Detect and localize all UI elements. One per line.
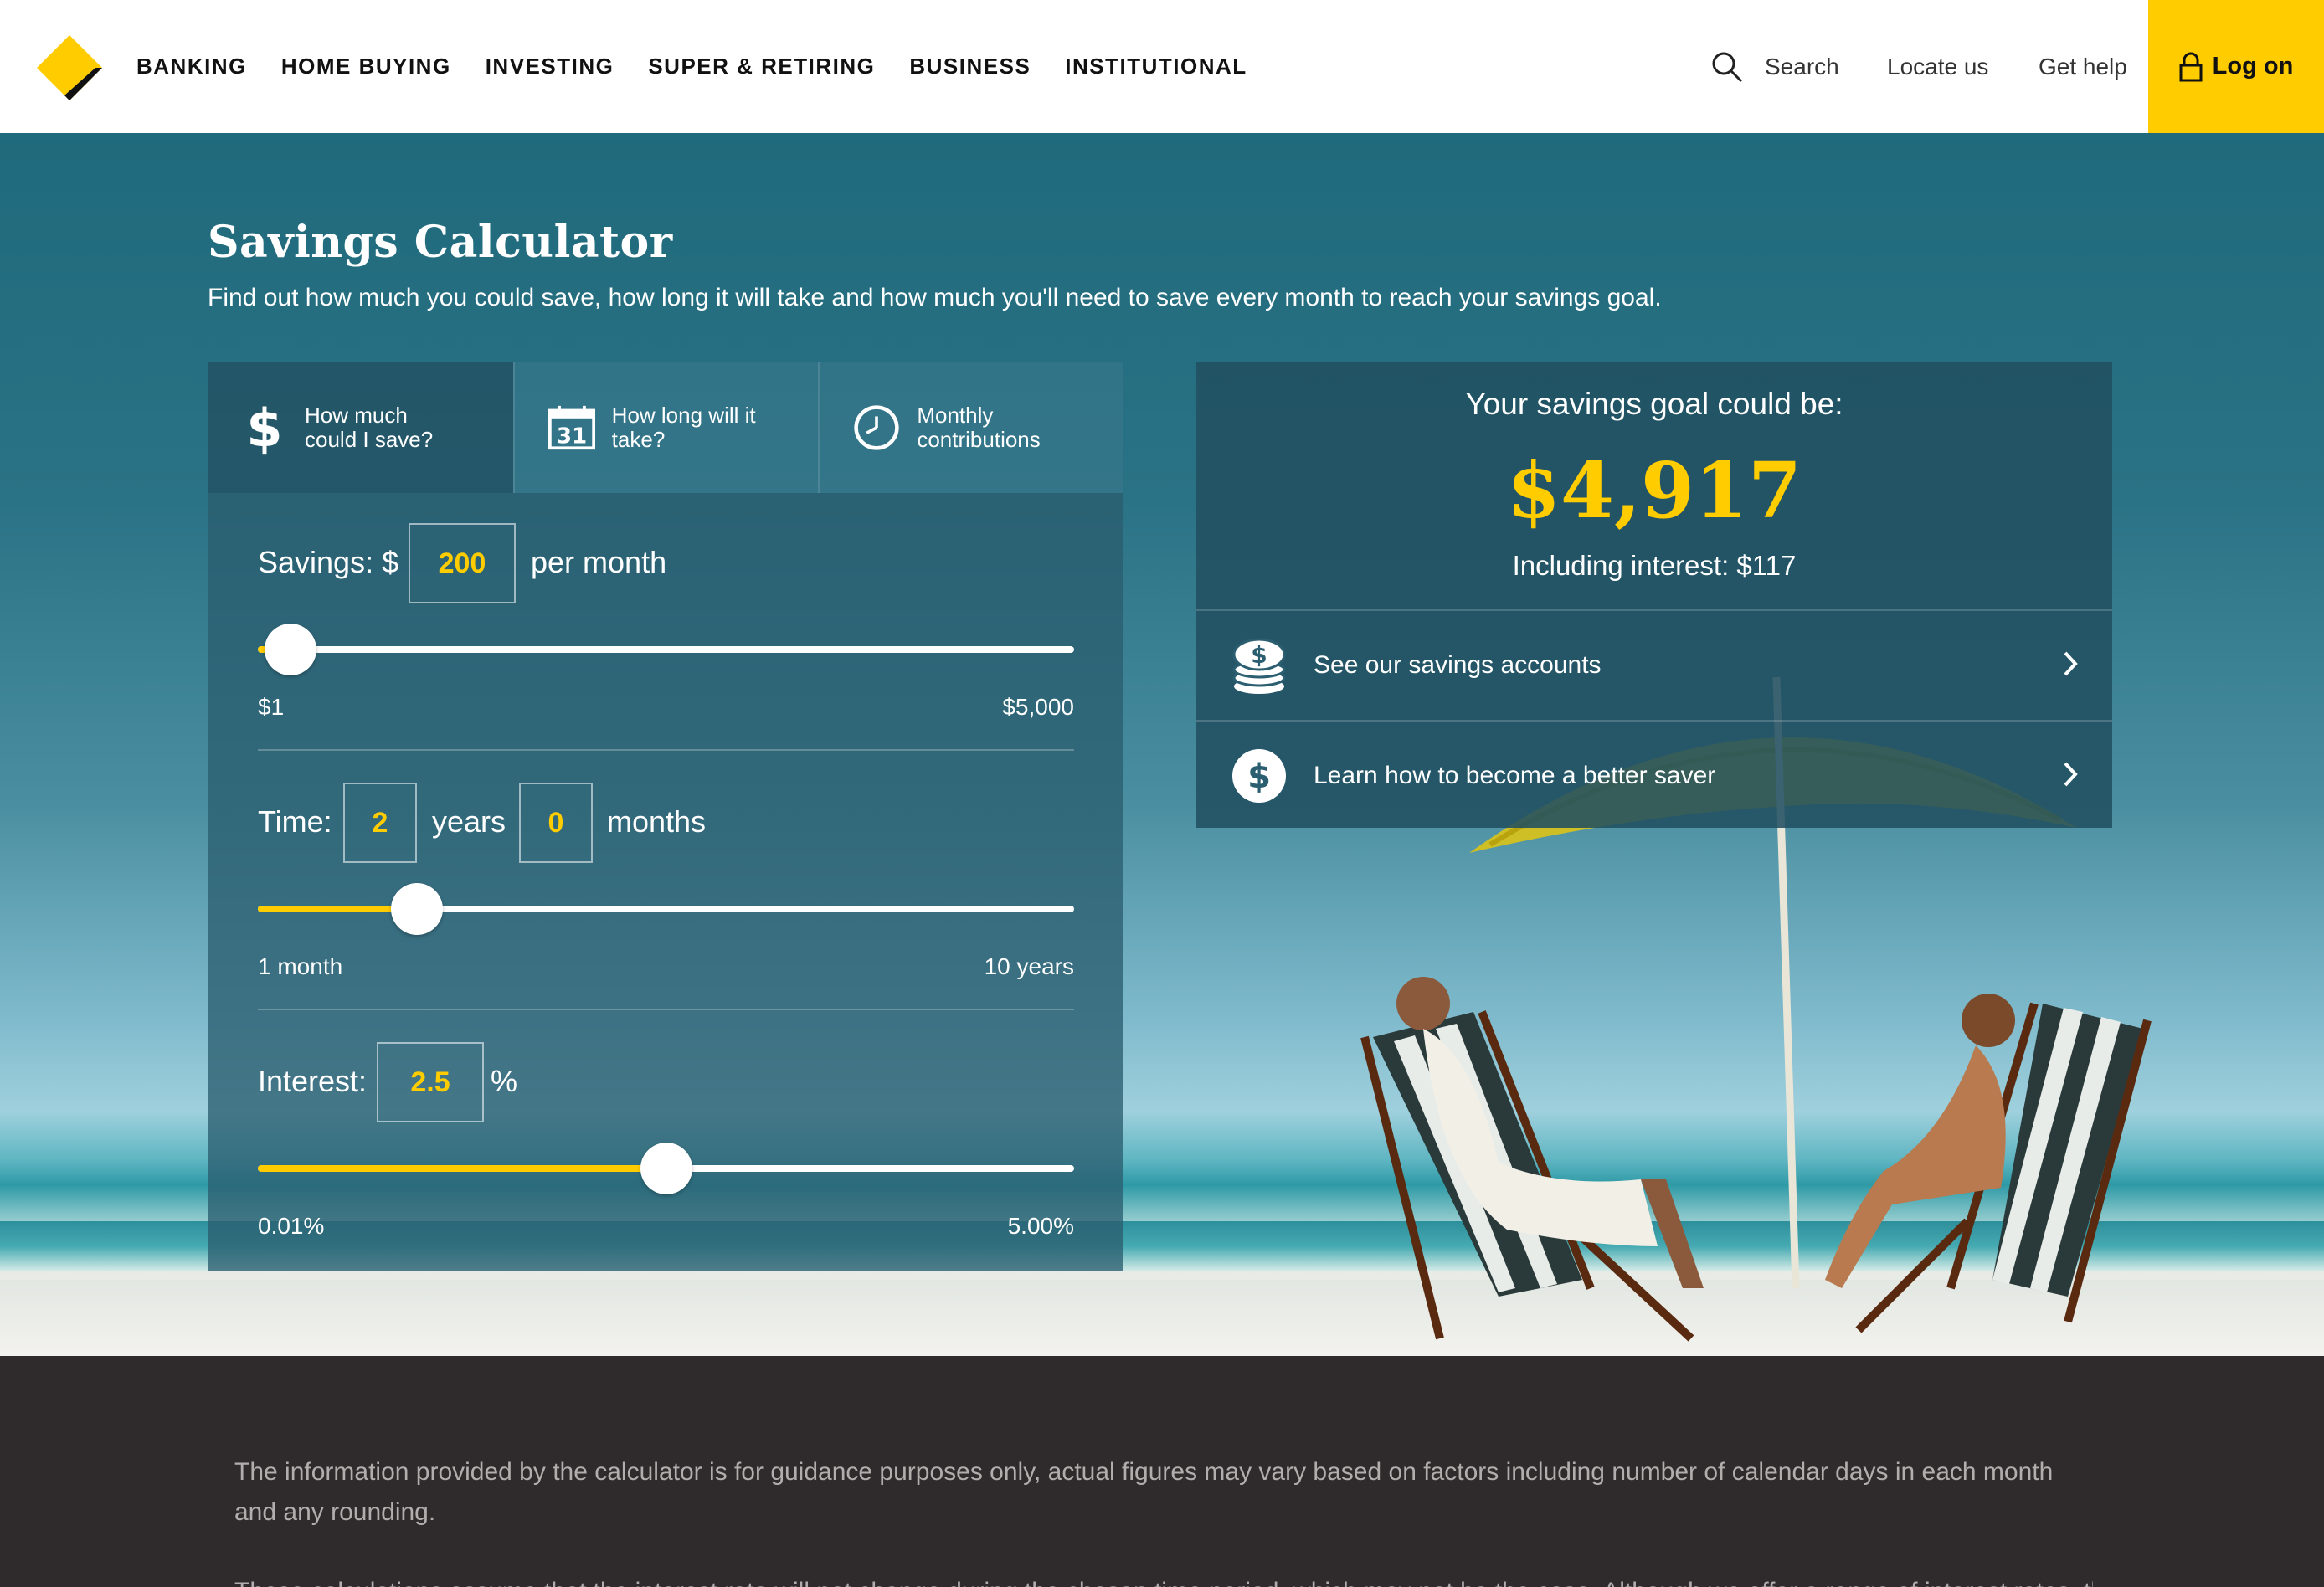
goal-label: Your savings goal could be: bbox=[1465, 387, 1843, 421]
savings-min-label: $1 bbox=[258, 694, 285, 720]
search-link[interactable]: Search bbox=[1711, 0, 1839, 133]
savings-result-panel: Your savings goal could be: $4,917 Inclu… bbox=[1196, 362, 2112, 828]
months-input[interactable]: 0 bbox=[519, 783, 593, 863]
years-label: years bbox=[432, 804, 506, 839]
interest-slider-thumb[interactable] bbox=[640, 1143, 692, 1194]
main-nav: BANKING HOME BUYING INVESTING SUPER & RE… bbox=[136, 0, 1282, 133]
dollar-circle-icon: $ bbox=[1230, 747, 1288, 805]
lock-icon bbox=[2179, 52, 2203, 81]
page-subtitle: Find out how much you could save, how lo… bbox=[208, 284, 1662, 311]
svg-text:$: $ bbox=[1251, 641, 1267, 669]
time-min-label: 1 month bbox=[258, 953, 343, 979]
savings-label: Savings: $ bbox=[258, 545, 399, 579]
interest-label: Interest: bbox=[258, 1064, 368, 1098]
svg-text:$: $ bbox=[1247, 758, 1271, 796]
time-slider-thumb[interactable] bbox=[391, 883, 444, 935]
site-header: BANKING HOME BUYING INVESTING SUPER & RE… bbox=[0, 0, 2324, 133]
months-label: months bbox=[607, 804, 707, 839]
svg-text:$: $ bbox=[246, 401, 282, 455]
get-help-link[interactable]: Get help bbox=[2039, 0, 2127, 133]
tab-monthly-contributions[interactable]: Monthly contributions bbox=[818, 362, 1124, 493]
page-title: Savings Calculator bbox=[208, 217, 673, 268]
better-saver-label: Learn how to become a better saver bbox=[1314, 762, 1716, 789]
dollar-icon: $ bbox=[241, 401, 288, 455]
tab-how-long-line1: How long will it bbox=[611, 402, 756, 428]
interest-max-label: 5.00% bbox=[1007, 1213, 1074, 1239]
tab-monthly-line2: contributions bbox=[917, 426, 1041, 452]
chevron-right-icon bbox=[2064, 762, 2078, 787]
log-on-label: Log on bbox=[2212, 53, 2294, 80]
nav-super-retiring[interactable]: SUPER & RETIRING bbox=[648, 54, 875, 80]
disclaimer-footer: The information provided by the calculat… bbox=[0, 1356, 2324, 1587]
disclaimer-text: The information provided by the calculat… bbox=[234, 1458, 2054, 1526]
locate-us-link[interactable]: Locate us bbox=[1887, 0, 1988, 133]
nav-institutional[interactable]: INSTITUTIONAL bbox=[1065, 54, 1247, 80]
clock-icon bbox=[853, 401, 900, 455]
time-slider[interactable] bbox=[258, 883, 1074, 935]
interest-slider-fill bbox=[258, 1165, 666, 1172]
interest-slider[interactable] bbox=[258, 1143, 1074, 1194]
tab-how-much[interactable]: $ How much could I save? bbox=[208, 362, 513, 493]
savings-suffix: per month bbox=[531, 545, 667, 579]
years-input[interactable]: 2 bbox=[343, 783, 417, 863]
calculator-body: Savings: $ 200 per month $1 $5,000 Time:… bbox=[208, 493, 1123, 1271]
savings-slider[interactable] bbox=[258, 624, 1074, 675]
divider bbox=[258, 1009, 1074, 1010]
savings-input[interactable]: 200 bbox=[409, 523, 516, 603]
goal-value: $4,917 bbox=[1506, 445, 1802, 536]
tab-how-long[interactable]: 31 How long will it take? bbox=[512, 362, 819, 493]
interest-suffix: % bbox=[491, 1064, 518, 1098]
time-label: Time: bbox=[258, 804, 332, 839]
nav-home-buying[interactable]: HOME BUYING bbox=[281, 54, 451, 80]
coins-icon: $ bbox=[1230, 636, 1288, 695]
log-on-button[interactable]: Log on bbox=[2148, 0, 2324, 133]
divider bbox=[258, 749, 1074, 751]
savings-slider-thumb[interactable] bbox=[265, 624, 316, 675]
tab-monthly-line1: Monthly bbox=[917, 402, 994, 428]
nav-investing[interactable]: INVESTING bbox=[486, 54, 614, 80]
search-label: Search bbox=[1765, 53, 1839, 80]
disclaimer-text-2: These calculations assume that the inter… bbox=[234, 1572, 2093, 1587]
svg-text:31: 31 bbox=[556, 424, 586, 449]
interest-input[interactable]: 2.5 bbox=[377, 1042, 484, 1122]
tab-how-long-line2: take? bbox=[611, 426, 666, 452]
goal-interest: Including interest: $117 bbox=[1512, 550, 1797, 581]
nav-banking[interactable]: BANKING bbox=[136, 54, 247, 80]
savings-accounts-label: See our savings accounts bbox=[1314, 651, 1602, 679]
savings-calculator: $ How much could I save? 31 How long wil… bbox=[208, 362, 1124, 1271]
tab-how-much-line2: could I save? bbox=[305, 426, 434, 452]
savings-max-label: $5,000 bbox=[1002, 694, 1074, 720]
interest-min-label: 0.01% bbox=[258, 1213, 325, 1239]
calendar-icon: 31 bbox=[548, 401, 595, 455]
search-icon bbox=[1712, 52, 1743, 82]
hero-section: Savings Calculator Find out how much you… bbox=[0, 133, 2324, 1356]
calculator-tabs: $ How much could I save? 31 How long wil… bbox=[208, 362, 1124, 493]
tab-how-much-line1: How much bbox=[305, 402, 408, 428]
time-max-label: 10 years bbox=[984, 953, 1074, 979]
bank-logo[interactable] bbox=[37, 35, 102, 100]
better-saver-link[interactable]: $ Learn how to become a better saver bbox=[1196, 720, 2112, 830]
nav-business[interactable]: BUSINESS bbox=[909, 54, 1031, 80]
savings-accounts-link[interactable]: $ See our savings accounts bbox=[1196, 609, 2112, 720]
chevron-right-icon bbox=[2064, 651, 2078, 676]
